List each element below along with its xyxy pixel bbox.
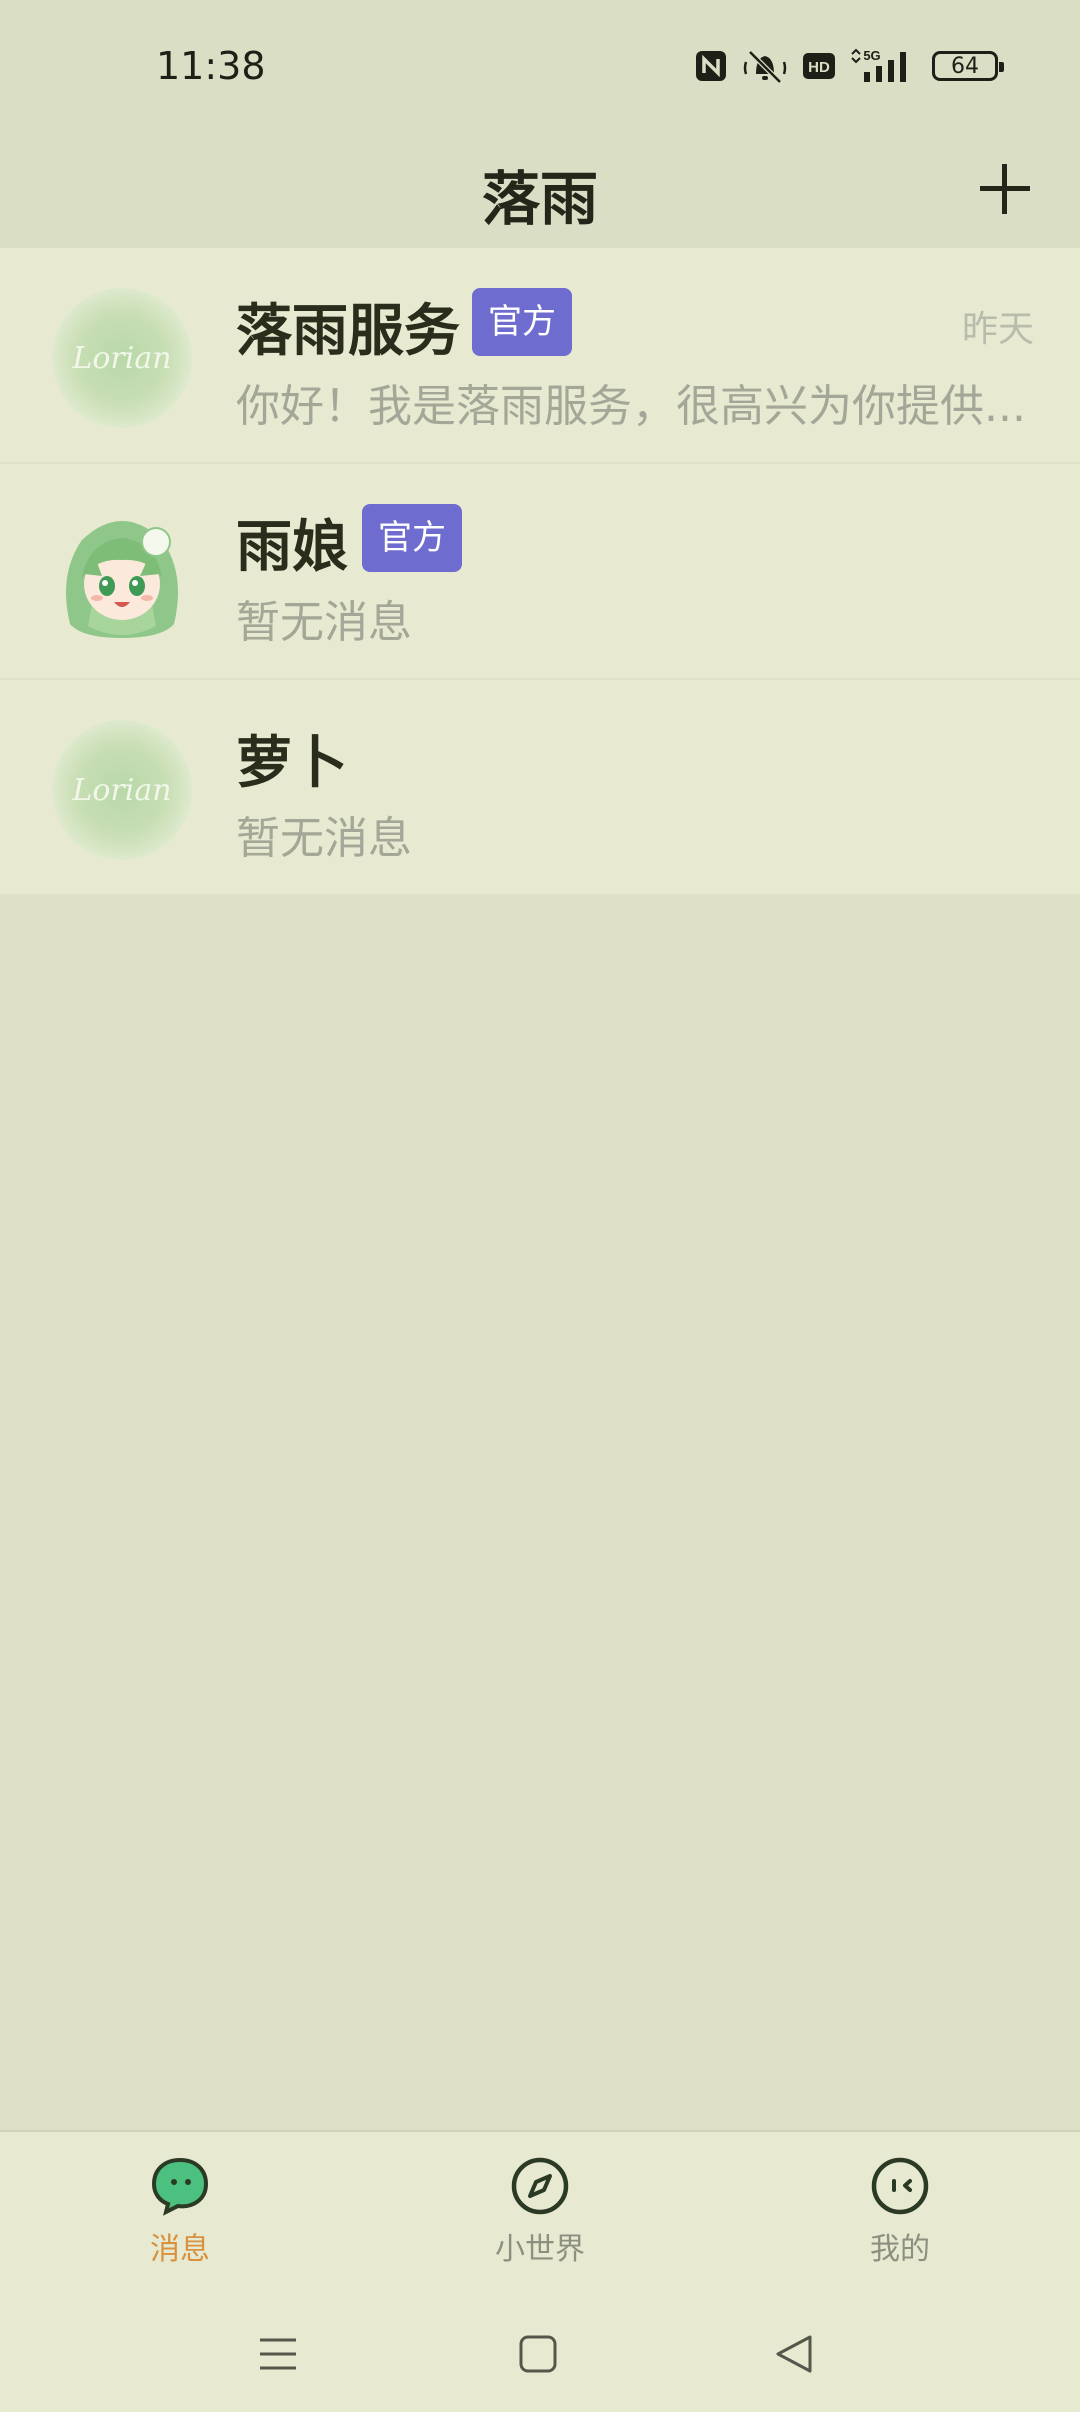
svg-text:HD: HD	[808, 59, 830, 76]
conversation-preview: 暂无消息	[236, 597, 412, 648]
official-badge: 官方	[472, 288, 572, 356]
conversation-item[interactable]: Lorian 落雨服务 官方 昨天 你好！我是落雨服务，很高兴为你提供...	[0, 248, 1080, 464]
battery-level: 64	[951, 53, 979, 79]
menu-icon[interactable]	[256, 2332, 300, 2380]
nav-label: 消息	[150, 2232, 210, 2267]
hd-icon: HD	[802, 51, 836, 81]
conversation-preview: 你好！我是落雨服务，很高兴为你提供...	[236, 381, 1026, 432]
home-icon[interactable]	[516, 2332, 560, 2380]
avatar	[52, 504, 192, 644]
conversation-item[interactable]: 雨娘 官方 暂无消息	[0, 464, 1080, 680]
page-title: 落雨	[481, 165, 598, 233]
back-icon[interactable]	[772, 2332, 816, 2380]
conversation-item[interactable]: Lorian 萝卜 暂无消息	[0, 680, 1080, 896]
signal-5g-icon: 5G	[850, 48, 912, 84]
conversation-preview: 暂无消息	[236, 813, 412, 864]
avatar: Lorian	[52, 720, 192, 860]
nav-label: 小世界	[495, 2232, 585, 2267]
status-time: 11:38	[156, 44, 266, 88]
bell-muted-icon	[742, 48, 788, 84]
face-icon	[800, 2154, 1000, 2218]
compass-icon	[440, 2154, 640, 2218]
character-avatar-icon	[66, 521, 178, 638]
battery-icon: 64	[932, 51, 1004, 81]
official-badge: 官方	[362, 504, 462, 572]
nfc-icon	[694, 49, 728, 83]
avatar-logo-text: Lorian	[72, 340, 172, 376]
avatar: Lorian	[52, 288, 192, 428]
bottom-nav: 消息 小世界 我的	[0, 2130, 1080, 2412]
avatar-logo-text: Lorian	[72, 772, 172, 808]
status-icons: HD 5G 64	[694, 48, 1004, 84]
status-bar: 11:38 HD 5G 64	[0, 0, 1080, 130]
nav-tab-world[interactable]: 小世界	[440, 2154, 640, 2268]
conversation-list: Lorian 落雨服务 官方 昨天 你好！我是落雨服务，很高兴为你提供... 雨…	[0, 248, 1080, 896]
conversation-time: 昨天	[961, 309, 1034, 350]
nav-label: 我的	[870, 2232, 930, 2267]
app-header: 落雨	[0, 130, 1080, 248]
conversation-name: 雨娘	[236, 515, 348, 580]
nav-tab-messages[interactable]: 消息	[80, 2154, 280, 2268]
nav-tab-me[interactable]: 我的	[800, 2154, 1000, 2268]
conversation-name: 萝卜	[236, 731, 348, 796]
svg-text:5G: 5G	[863, 48, 880, 63]
chat-bubble-icon	[80, 2154, 280, 2218]
add-button[interactable]	[970, 154, 1040, 224]
conversation-name: 落雨服务	[236, 299, 460, 364]
system-nav-bar	[0, 2312, 1080, 2402]
